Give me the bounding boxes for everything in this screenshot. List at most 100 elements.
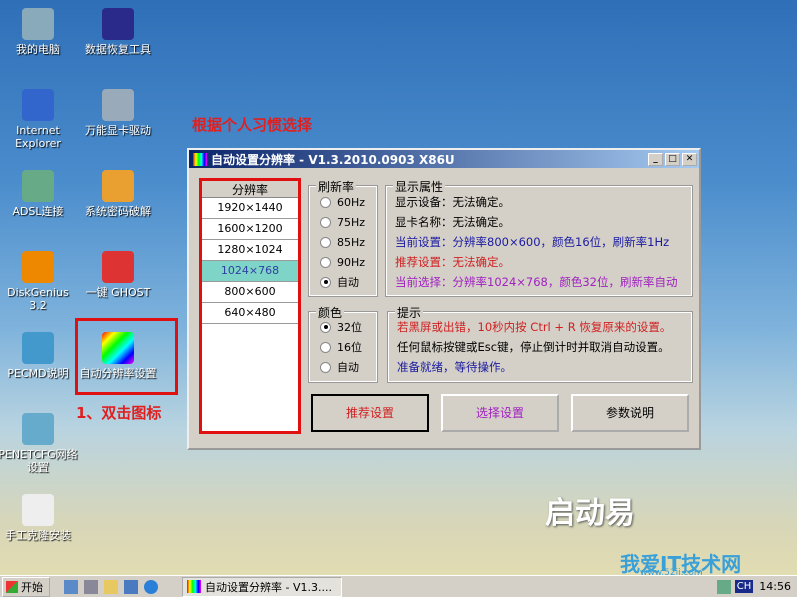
logo-qidongyi: 启动易: [545, 496, 635, 531]
radio-button[interactable]: [320, 256, 331, 268]
desktop-icon[interactable]: ADSL连接: [0, 170, 78, 218]
parameter-help-button[interactable]: 参数说明: [571, 394, 689, 432]
radio-button[interactable]: [320, 236, 331, 248]
radio-option[interactable]: 75Hz: [310, 212, 376, 232]
info-line: 显卡名称：无法确定。: [395, 215, 510, 229]
info-line: 当前选择：分辨率1024×768，颜色32位，刷新率自动: [395, 275, 678, 289]
radio-button[interactable]: [320, 341, 331, 353]
shortcut-icon: [22, 8, 54, 40]
color-label: 颜色: [316, 304, 345, 321]
radio-label: 16位: [337, 341, 362, 354]
shortcut-icon: [22, 413, 54, 445]
desktop-icon-label: ADSL连接: [12, 205, 64, 218]
info-line: 推荐设置：无法确定。: [395, 255, 510, 269]
resolution-option[interactable]: 1024×768: [202, 261, 298, 282]
desktop-icon-label: PENETCFG网络设置: [0, 448, 78, 474]
info-line: 任何鼠标按键或Esc键，停止倒计时并取消自动设置。: [397, 340, 670, 354]
radio-option[interactable]: 自动: [310, 357, 376, 377]
maximize-button[interactable]: □: [665, 152, 680, 166]
desktop-icon[interactable]: 系统密码破解: [78, 170, 158, 218]
radio-label: 32位: [337, 321, 362, 334]
desktop-icon-label: Internet Explorer: [15, 124, 61, 150]
desktop-icon-label: PECMD说明: [7, 367, 69, 380]
taskbar-task[interactable]: 自动设置分辨率 - V1.3....: [182, 576, 342, 597]
desktop-icon[interactable]: Internet Explorer: [0, 89, 78, 150]
app-icon: [193, 152, 207, 166]
radio-label: 自动: [337, 361, 359, 374]
radio-option[interactable]: 60Hz: [310, 192, 376, 212]
radio-button[interactable]: [320, 196, 331, 208]
shortcut-icon: [102, 170, 134, 202]
desktop-icon[interactable]: 一键 GHOST: [78, 251, 158, 299]
start-button[interactable]: 开始: [2, 576, 50, 597]
display-label: 显示属性: [393, 178, 446, 195]
annotation-step1: 1、双击图标: [76, 404, 162, 422]
shortcut-icon: [22, 170, 54, 202]
radio-label: 75Hz: [337, 215, 366, 229]
tips-group: 提示 若黑屏或出错，10秒内按 Ctrl + R 恢复原来的设置。 任何鼠标按键或…: [387, 304, 693, 383]
desktop-icon-label: 万能显卡驱动: [85, 124, 151, 137]
radio-button[interactable]: [320, 276, 331, 288]
resolution-option[interactable]: 1920×1440: [202, 198, 298, 219]
radio-button[interactable]: [320, 216, 331, 228]
title-bar[interactable]: 自动设置分辨率 - V1.3.2010.0903 X86U _ □ ✕: [189, 150, 699, 168]
resolution-option[interactable]: 1600×1200: [202, 219, 298, 240]
desktop-icon[interactable]: 手工克隆安装: [0, 494, 78, 542]
radio-option[interactable]: 90Hz: [310, 252, 376, 272]
desktop-icon[interactable]: DiskGenius 3.2: [0, 251, 78, 312]
display-group: 显示属性 显示设备：无法确定。 显卡名称：无法确定。当前设置：分辨率800×600…: [385, 178, 693, 297]
desktop-icon-label: 数据恢复工具: [85, 43, 151, 56]
radio-button[interactable]: [320, 321, 331, 333]
desktop-icon[interactable]: PENETCFG网络设置: [0, 413, 78, 474]
shortcut-icon: [22, 89, 54, 121]
desktop-icon[interactable]: PECMD说明: [0, 332, 78, 380]
desktop-icon-label: 一键 GHOST: [85, 286, 151, 299]
shortcut-icon: [22, 251, 54, 283]
radio-option[interactable]: 16位: [310, 337, 376, 357]
language-indicator[interactable]: CH: [734, 580, 754, 593]
desktop-icon[interactable]: 万能显卡驱动: [78, 89, 158, 137]
show-desktop-icon[interactable]: [64, 579, 78, 594]
folder-icon[interactable]: [104, 579, 118, 594]
printer-icon[interactable]: [84, 579, 98, 594]
task-label: 自动设置分辨率 - V1.3....: [205, 580, 332, 594]
app-quicklaunch-icon[interactable]: [124, 579, 138, 594]
radio-button[interactable]: [320, 361, 331, 373]
ie-icon[interactable]: [144, 579, 158, 594]
radio-option[interactable]: 85Hz: [310, 232, 376, 252]
color-group: 颜色 32位 16位自动: [308, 304, 378, 383]
info-line: 准备就绪，等待操作。: [397, 360, 512, 374]
minimize-button[interactable]: _: [648, 152, 663, 166]
resolution-window: 自动设置分辨率 - V1.3.2010.0903 X86U _ □ ✕ 分辨率 …: [187, 148, 701, 450]
radio-option[interactable]: 自动: [310, 272, 376, 292]
shortcut-icon: [102, 89, 134, 121]
recommend-settings-button[interactable]: 推荐设置: [311, 394, 429, 432]
clock: 14:56: [759, 580, 791, 593]
resolution-list[interactable]: 分辨率 1920×1440 1600×1200 1280×1024 1024×768 8…: [199, 178, 301, 434]
highlight-box: [75, 318, 178, 395]
app-icon: [187, 580, 201, 593]
desktop-icon[interactable]: 数据恢复工具: [78, 8, 158, 56]
refresh-label: 刷新率: [316, 178, 357, 195]
windows-icon: [6, 580, 18, 593]
info-line: 当前设置：分辨率800×600，颜色16位，刷新率1Hz: [395, 235, 670, 249]
shortcut-icon: [22, 494, 54, 526]
radio-label: 90Hz: [337, 255, 366, 269]
annotation-choose: 根据个人习惯选择: [192, 116, 313, 134]
tips-label: 提示: [395, 304, 424, 321]
start-label: 开始: [21, 580, 43, 594]
taskbar: 开始 自动设置分辨率 - V1.3.... CH 14:56: [0, 575, 797, 597]
radio-label: 60Hz: [337, 195, 366, 209]
network-tray-icon[interactable]: [716, 579, 731, 594]
resolution-option[interactable]: 1280×1024: [202, 240, 298, 261]
info-line: 显示设备：无法确定。: [395, 195, 510, 209]
apply-selection-button[interactable]: 选择设置: [441, 394, 559, 432]
desktop-icon[interactable]: 我的电脑: [0, 8, 78, 56]
resolution-option[interactable]: 640×480: [202, 303, 298, 324]
resolution-header: 分辨率: [202, 181, 298, 198]
refresh-group: 刷新率 60Hz 75Hz 85Hz 90Hz 自动: [308, 178, 378, 297]
close-button[interactable]: ✕: [682, 152, 697, 166]
desktop-icon-label: 我的电脑: [16, 43, 60, 56]
resolution-option[interactable]: 800×600: [202, 282, 298, 303]
shortcut-icon: [102, 8, 134, 40]
